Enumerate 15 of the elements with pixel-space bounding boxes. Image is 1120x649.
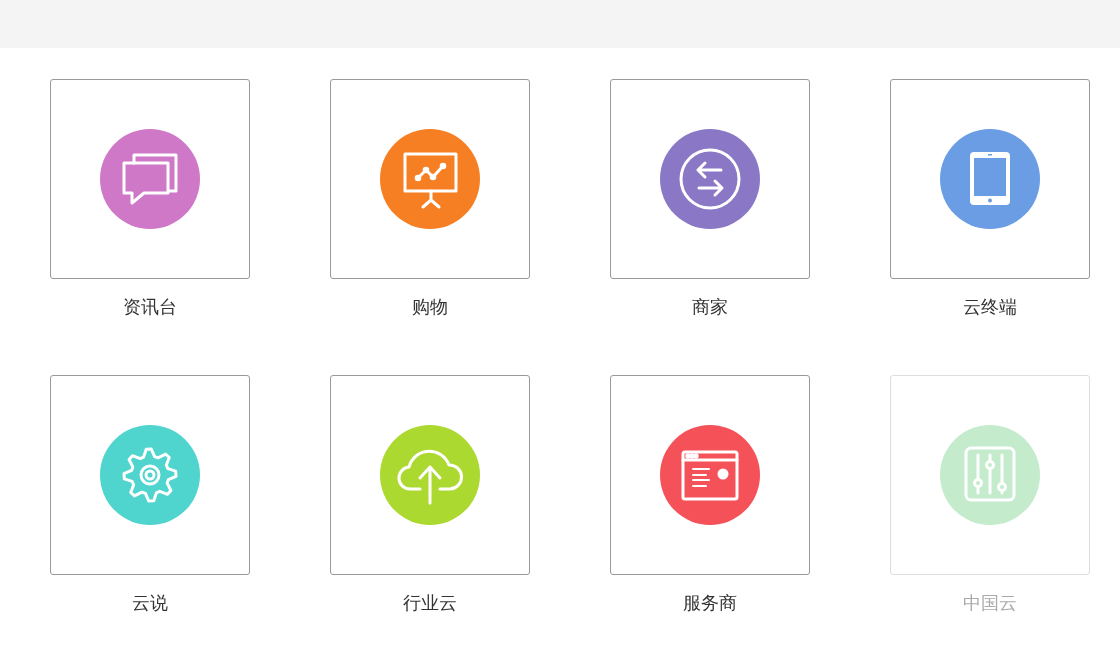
app-tile[interactable] — [50, 375, 250, 575]
app-label: 中国云 — [963, 591, 1017, 615]
app-tile[interactable] — [890, 79, 1090, 279]
app-tile[interactable] — [330, 375, 530, 575]
app-tile[interactable] — [330, 79, 530, 279]
app-label: 服务商 — [683, 591, 737, 615]
app-label: 购物 — [412, 295, 448, 319]
app-label: 资讯台 — [123, 295, 177, 319]
app-tile[interactable] — [610, 79, 810, 279]
app-label: 云终端 — [963, 295, 1017, 319]
app-tile[interactable] — [50, 79, 250, 279]
app-label: 商家 — [692, 295, 728, 319]
app-tile[interactable] — [610, 375, 810, 575]
app-label: 云说 — [132, 591, 168, 615]
app-label: 行业云 — [403, 591, 457, 615]
